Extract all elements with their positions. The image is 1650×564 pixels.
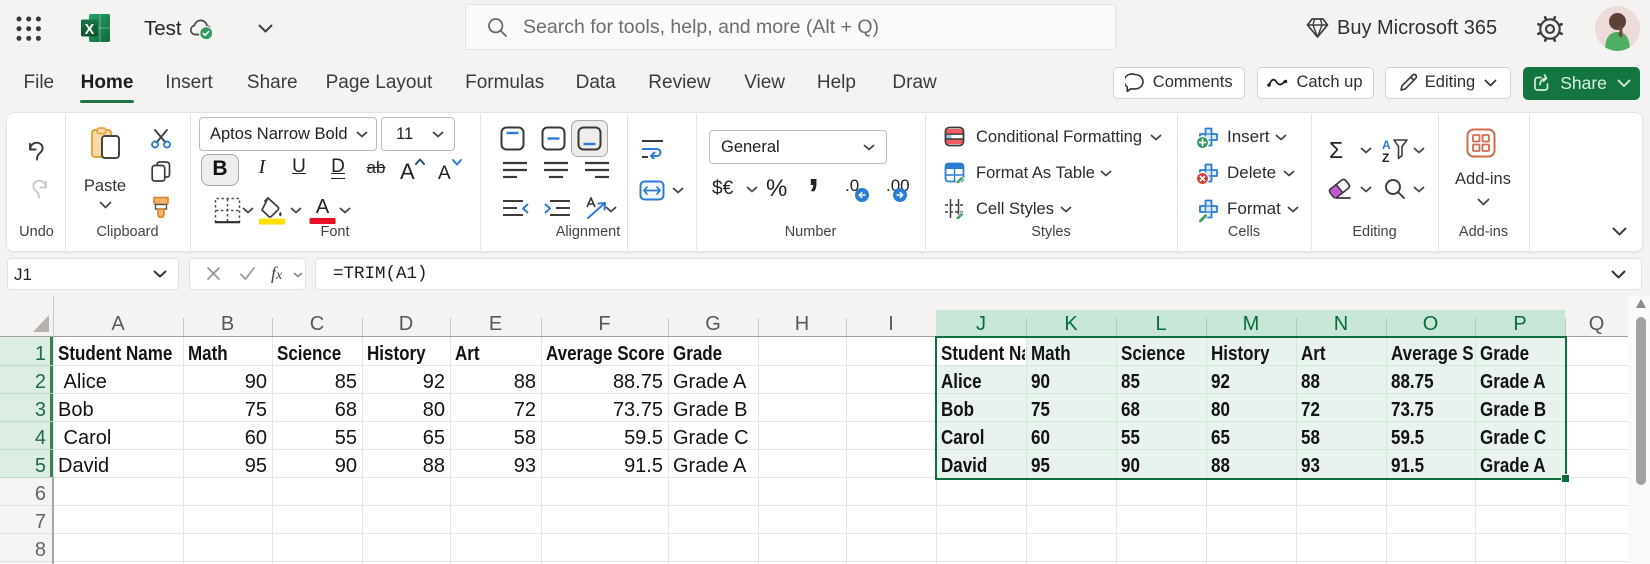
svg-text:Z: Z (1382, 151, 1389, 163)
svg-text:A: A (438, 163, 451, 183)
svg-text:A: A (1382, 138, 1391, 152)
svg-text:X: X (85, 22, 95, 38)
svg-text:A: A (400, 159, 415, 183)
svg-text:A: A (316, 196, 330, 218)
